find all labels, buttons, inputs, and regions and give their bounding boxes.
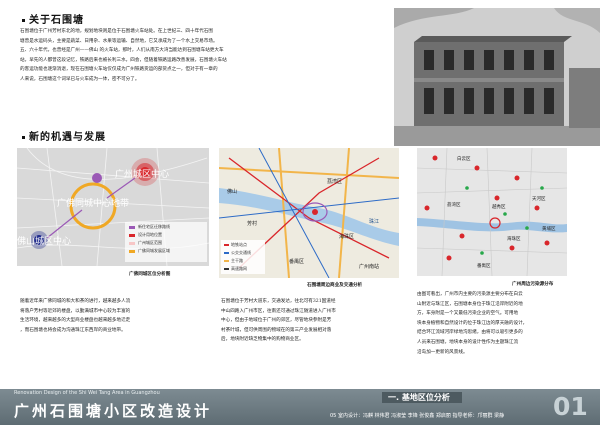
col1-line: 将落户芳村等近郊的楼盘，以勤满城市中心较为丰富的 [20,308,131,314]
col3-line: 块本身植物和自然设计的位于珠江边的厚天融的设计， [417,320,528,326]
map3-label-tianhe: 天河区 [532,197,546,202]
map3-label-liwan: 荔湾区 [447,203,461,208]
about-line-4: 站，早先的人都曾这段记忆，铁路后来也被长利三水，四会，但随着铁路运路改善发展，石… [20,57,227,63]
map1-caption: 广佛同城区位分析图 [129,272,171,277]
footer-credits: 05 室内设计：冯麒 林伟君 冯淑莹 李锋 张俊鑫 郑启丽 指导老师：邝丽群 梁… [330,413,505,419]
col2-line: 石围塘位于芳村大道东，交通发达，往北可有321国道经 [221,299,336,304]
map1-fs-label: 佛山城区中心 [17,237,72,247]
map3-label-panyu: 番禺区 [477,264,491,269]
map1-legend-4: 广佛同城发展区域 [138,248,170,253]
map1-legend-3: 广州城区范围 [138,240,162,245]
map-pollution: 白云区 荔湾区 越秀区 天河区 海珠区 黄埔区 番禺区 [417,148,567,276]
map-pollution-graphic [417,148,567,276]
col2-line: 村茶叶城，但可供周围的物域在的第三产业发展相对落 [221,327,332,333]
map1-legend-1: 新住宅区迁移路线 [138,224,170,229]
map2-label-fangcun: 芳村 [247,221,258,227]
map2-label-foshan: 佛山 [227,189,238,195]
col3-line: 山附近与珠江区，石围塘本身位于珠江沿岸附近的地 [417,301,523,307]
station-building-image [394,8,600,146]
map2-legend-1: 地铁站点 [231,242,247,247]
map3-caption: 广州周边污染源分布 [512,282,554,287]
about-line-3: 五、六十年代，也曾经是广州——佛山 的火车站，那时，人们从南方大湾当能达到石围塘… [20,48,224,54]
section-tag: 一. 基地区位分析 [388,393,450,402]
map2-label-panyu: 番禺区 [289,259,305,265]
about-line-2: 塘曾是水运码头，主要是蔬菜、日用杂、水果等运输、自然地，它又承成为了一个水上交易… [20,38,218,44]
map-guangfo: 广州城区中心 广佛同城中心地带 佛山城区中心 新住宅区迁移路线 设计用地位置 广… [17,148,209,266]
map2-label-south-station: 广州南站 [359,264,380,270]
col3-line: 由图可看出，广州市内主要的污染源主要分布在白云 [417,292,523,297]
footer-subtitle-en: Renovation Design of the Shi Wei Tang Ar… [14,390,160,396]
map1-gz-label: 广州城区中心 [115,170,170,180]
map3-label-haizhu: 海珠区 [507,237,521,242]
map-traffic: 芳村 荔湾区 海珠区 佛山 番禺区 广州南站 珠江 地铁站点 公交交通线 主干路… [219,148,399,278]
map1-legend-2: 设计用地位置 [138,232,162,237]
about-line-5: 的客运功能也逐渐消退，现在石围塘火车站仅仅成为广州铁路货运的部货点之一，但对于有… [20,67,218,73]
about-line-1: 石围塘位于广州芳村东北的地，规划地块则是位于石围塘火车站处。在上世纪三、四十年代… [20,29,213,34]
section-tag-box: 一. 基地区位分析 [382,392,462,403]
col3-line: 结合环江流域河岸绿地沟思绪，由将可以吸引更多的 [417,330,523,336]
about-paragraph: 石围塘位于广州芳村东北的地，规划地块则是位于石围塘火车站处。在上世纪三、四十年代… [20,27,386,85]
map2-legend-4: 高速路网 [231,266,247,271]
col1-line: ，而石围塘也将会成为沟通珠江东西岸的商业地带。 [20,327,126,333]
col3-line: 沿岛加一更新的风景线。 [417,349,468,355]
map1-belt-label: 广佛同城中心地带 [57,199,130,209]
page-number: 01 [553,392,588,421]
map3-label-baiyun: 白云区 [457,157,471,162]
about-title: 关于石围塘 [22,11,84,26]
col2-line: 中山四路入广州市区，往南还可通过珠江隧道进入广州市 [221,308,336,314]
col2-line: 后，地块附近缺乏物集中的购物商业区。 [221,337,304,343]
map2-label-liwan: 荔湾区 [327,179,343,185]
col3-line: 方，车身附是一个又最低污染企业的空气。可用地 [417,311,519,317]
col2-line: 中心，但由于地域位于广州的郊区，尽管地块参附是芳 [221,318,332,324]
map3-label-yuexiu: 越秀区 [492,205,506,210]
text-column-2: 石围塘位于芳村大道东，交通发达，往北可有321国道经 中山四路入广州市区，往南还… [221,297,406,345]
map2-legend-3: 主干路 [231,258,243,263]
map2-legend-2: 公交交通线 [231,250,251,255]
text-column-1: 随着近年来广佛同城的和大和茶的进行，越来越多人流 将落户芳村等近郊的楼盘，以勤满… [20,297,212,335]
map2-caption: 石围塘周边商业及交通分析 [307,283,363,288]
footer-title: 广州石围塘小区改造设计 [14,402,213,420]
col1-line: 随着近年来广佛同城的和大和茶的进行，越来越多人流 [20,299,131,304]
map2-label-haizhu: 海珠区 [339,234,355,240]
about-line-6: 人来说，石围塘这个词早已与火车成为一体，密不可分了。 [20,76,140,82]
map3-label-huangpu: 黄埔区 [542,227,556,232]
station-photo [394,8,600,146]
development-title: 新的机遇与发展 [22,128,106,143]
col1-line: 生活环境，越来越多的大型商业楼盘也越来越多地迁走 [20,318,131,324]
map-traffic-graphic [219,148,399,278]
footer-bar: Renovation Design of the Shi Wei Tang Ar… [0,389,600,425]
map2-label-river: 珠江 [369,219,380,225]
text-column-3: 由图可看出，广州市内主要的污染源主要分布在白云 山附近与珠江区，石围塘本身位于珠… [417,290,597,357]
col3-line: 人员来石围塘，地块本身的设计性作为主题珠江流 [417,339,519,345]
